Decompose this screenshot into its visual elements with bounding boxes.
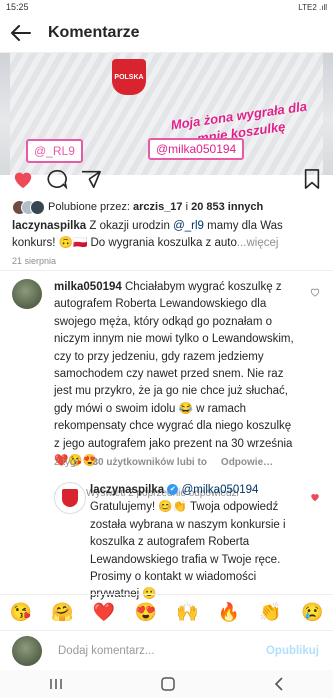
pzpn-logo-icon xyxy=(62,489,78,507)
emoji-heart[interactable]: ❤️ xyxy=(93,602,115,623)
bookmark-icon[interactable] xyxy=(303,169,321,194)
heart-filled-icon[interactable] xyxy=(12,169,34,194)
avatar[interactable] xyxy=(54,482,86,514)
comment-icon[interactable] xyxy=(46,169,68,194)
back-icon[interactable] xyxy=(274,677,284,691)
comment-text: Chciałabym wygrać koszulkę z autografem … xyxy=(54,281,294,468)
comment-likes[interactable]: 30 użytkowników lubi to xyxy=(92,457,206,468)
emoji-kiss[interactable]: 😘 xyxy=(10,602,32,623)
tag-milka: @milka050194 xyxy=(148,138,245,160)
post-button[interactable]: Opublikuj xyxy=(266,645,319,657)
caption-username[interactable]: laczynaspilka xyxy=(12,220,86,232)
caption-more-link[interactable]: ...więcej xyxy=(237,237,279,249)
reply-body: laczynaspilka ✔ @milka050194 Gratulujemy… xyxy=(90,482,298,604)
comment-input-row: Opublikuj xyxy=(0,630,333,671)
share-icon[interactable] xyxy=(80,169,102,194)
status-time: 15:25 xyxy=(6,2,29,12)
emoji-quick-bar: 😘 🤗 ❤️ 😍 🙌 🔥 👏 😢 xyxy=(0,594,333,629)
comment-time: 2 tyg. xyxy=(54,457,79,468)
likes-count[interactable]: 20 853 innych xyxy=(191,201,263,213)
emoji-fire[interactable]: 🔥 xyxy=(218,602,240,623)
likes-user[interactable]: arczis_17 xyxy=(133,201,183,213)
emoji-clap[interactable]: 👏 xyxy=(259,602,281,623)
caption-text-1: Z okazji urodzin xyxy=(86,220,174,232)
avatar[interactable] xyxy=(12,279,42,309)
emoji-cry[interactable]: 😢 xyxy=(301,602,323,623)
likes-row[interactable]: Polubione przez: arczis_17 i 20 853 inny… xyxy=(0,198,333,216)
avatar xyxy=(30,200,45,215)
likes-middle: i xyxy=(182,201,192,213)
comment-username[interactable]: milka050194 xyxy=(54,281,122,293)
back-arrow-icon[interactable] xyxy=(10,22,32,44)
post-caption: laczynaspilka Z okazji urodzin @_rl9 mam… xyxy=(12,218,323,252)
emoji-raised-hands[interactable]: 🙌 xyxy=(176,602,198,623)
verified-badge-icon: ✔ xyxy=(167,484,179,496)
page-title: Komentarze xyxy=(48,24,140,41)
status-indicators: LTE2 .ıll xyxy=(298,2,327,12)
like-heart-icon[interactable] xyxy=(310,287,320,297)
reply-username[interactable]: laczynaspilka xyxy=(90,484,164,496)
tag-rl9: @_RL9 xyxy=(26,139,83,163)
polska-crest-logo: POLSKA xyxy=(112,59,146,95)
reply-mention[interactable]: @milka050194 xyxy=(182,484,259,496)
divider xyxy=(0,270,333,271)
post-date: 21 sierpnia xyxy=(12,256,57,266)
likes-text: Polubione przez: arczis_17 i 20 853 inny… xyxy=(48,201,263,213)
post-actions xyxy=(0,165,333,195)
reply-button[interactable]: Odpowie… xyxy=(221,457,273,468)
caption-mention[interactable]: @_rl9 xyxy=(173,220,204,232)
android-nav-bar xyxy=(0,670,333,698)
emoji-heart-eyes[interactable]: 😍 xyxy=(134,602,156,623)
comment-input[interactable] xyxy=(56,644,250,658)
header: Komentarze xyxy=(0,14,333,53)
comment-meta: 2 tyg. 30 użytkowników lubi to Odpowie… xyxy=(54,457,273,468)
heart-filled-icon[interactable] xyxy=(310,492,320,502)
recent-apps-icon[interactable] xyxy=(49,678,63,690)
home-icon[interactable] xyxy=(161,677,176,691)
likes-prefix: Polubione przez: xyxy=(48,201,133,213)
reply-text: Gratulujemy! 😊👏 Twoja odpowiedź została … xyxy=(90,501,286,601)
comment-body: milka050194 Chciałabym wygrać koszulkę z… xyxy=(54,279,299,470)
status-bar: 15:25 LTE2 .ıll xyxy=(0,0,333,14)
liker-avatars xyxy=(12,200,45,215)
avatar xyxy=(12,636,42,666)
emoji-hug[interactable]: 🤗 xyxy=(51,602,73,623)
